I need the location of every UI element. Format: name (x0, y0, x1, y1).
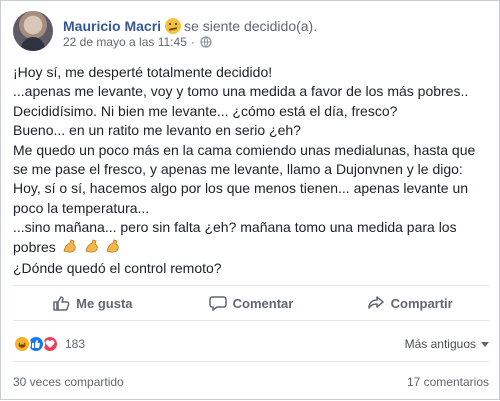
post-line: Hoy, sí o sí, hacemos algo por los que m… (13, 180, 469, 197)
flexed-biceps-icon (85, 239, 98, 253)
post-line: Bueno... en un ratito me levanto en seri… (13, 122, 301, 139)
share-label: Compartir (390, 295, 453, 311)
sort-label: Más antiguos (404, 337, 476, 351)
comment-count[interactable]: 17 comentarios (407, 375, 489, 389)
post-meta: 22 de mayo a las 11:45 · (63, 35, 212, 49)
post-stats: 30 veces compartido 17 comentarios (13, 361, 489, 401)
post-line: poco la temperatura... (13, 199, 150, 216)
globe-icon[interactable] (200, 36, 212, 48)
post-line: ¿Dónde quedó el control remoto? (13, 260, 222, 277)
comment-sort-dropdown[interactable]: Más antiguos (405, 337, 489, 351)
thumbs-up-icon (53, 296, 70, 311)
flexed-biceps-group (62, 238, 124, 259)
share-count[interactable]: 30 veces compartido (13, 375, 124, 389)
post-line: pobres (13, 238, 56, 255)
post-line-with-emoji: pobres (13, 238, 489, 259)
chevron-down-icon (481, 341, 489, 347)
reaction-count: 183 (65, 337, 86, 351)
post-line: ...apenas me levante, voy y tomo una med… (13, 83, 469, 100)
post-header: Mauricio Macri se siente decidido(a). 22 … (13, 11, 489, 57)
reactions-row: 183 Más antiguos (13, 333, 489, 355)
flexed-biceps-icon (107, 239, 120, 253)
post-action-bar: Me gusta Comentar Compartir (13, 285, 489, 321)
comment-bubble-icon (208, 296, 227, 311)
post-timestamp[interactable]: 22 de mayo a las 11:45 (63, 35, 187, 49)
feeling-text: se siente decidido(a). (184, 18, 318, 34)
comment-label: Comentar (232, 295, 294, 311)
meta-separator: · (190, 35, 195, 49)
post-card: Mauricio Macri se siente decidido(a). 22 … (0, 0, 500, 400)
smug-face-icon (165, 18, 182, 34)
author-name[interactable]: Mauricio Macri (63, 18, 161, 34)
post-line: ¡Hoy sí, me desperté totalmente decidido… (13, 64, 273, 80)
haha-reaction-icon (13, 335, 31, 353)
post-body: ¡Hoy sí, me desperté totalmente decidido… (13, 63, 489, 278)
like-label: Me gusta (76, 295, 133, 311)
reaction-summary[interactable]: 183 (13, 335, 85, 353)
share-arrow-icon (367, 296, 384, 309)
flexed-biceps-icon (63, 239, 76, 253)
share-button[interactable]: Compartir (330, 294, 489, 312)
author-avatar[interactable] (13, 11, 53, 51)
post-line: Decididísimo. Ni bien me levante... ¿cóm… (13, 102, 398, 119)
post-line: se me pase el fresco, y apenas me levant… (13, 161, 463, 178)
post-line: ...sino mañana... pero sin falta ¿eh? ma… (13, 219, 457, 236)
like-button[interactable]: Me gusta (13, 294, 172, 312)
comment-button[interactable]: Comentar (172, 294, 331, 312)
post-line: Me quedo un poco más en la cama comiendo… (13, 141, 476, 158)
author-line: Mauricio Macri se siente decidido(a). (63, 15, 317, 35)
